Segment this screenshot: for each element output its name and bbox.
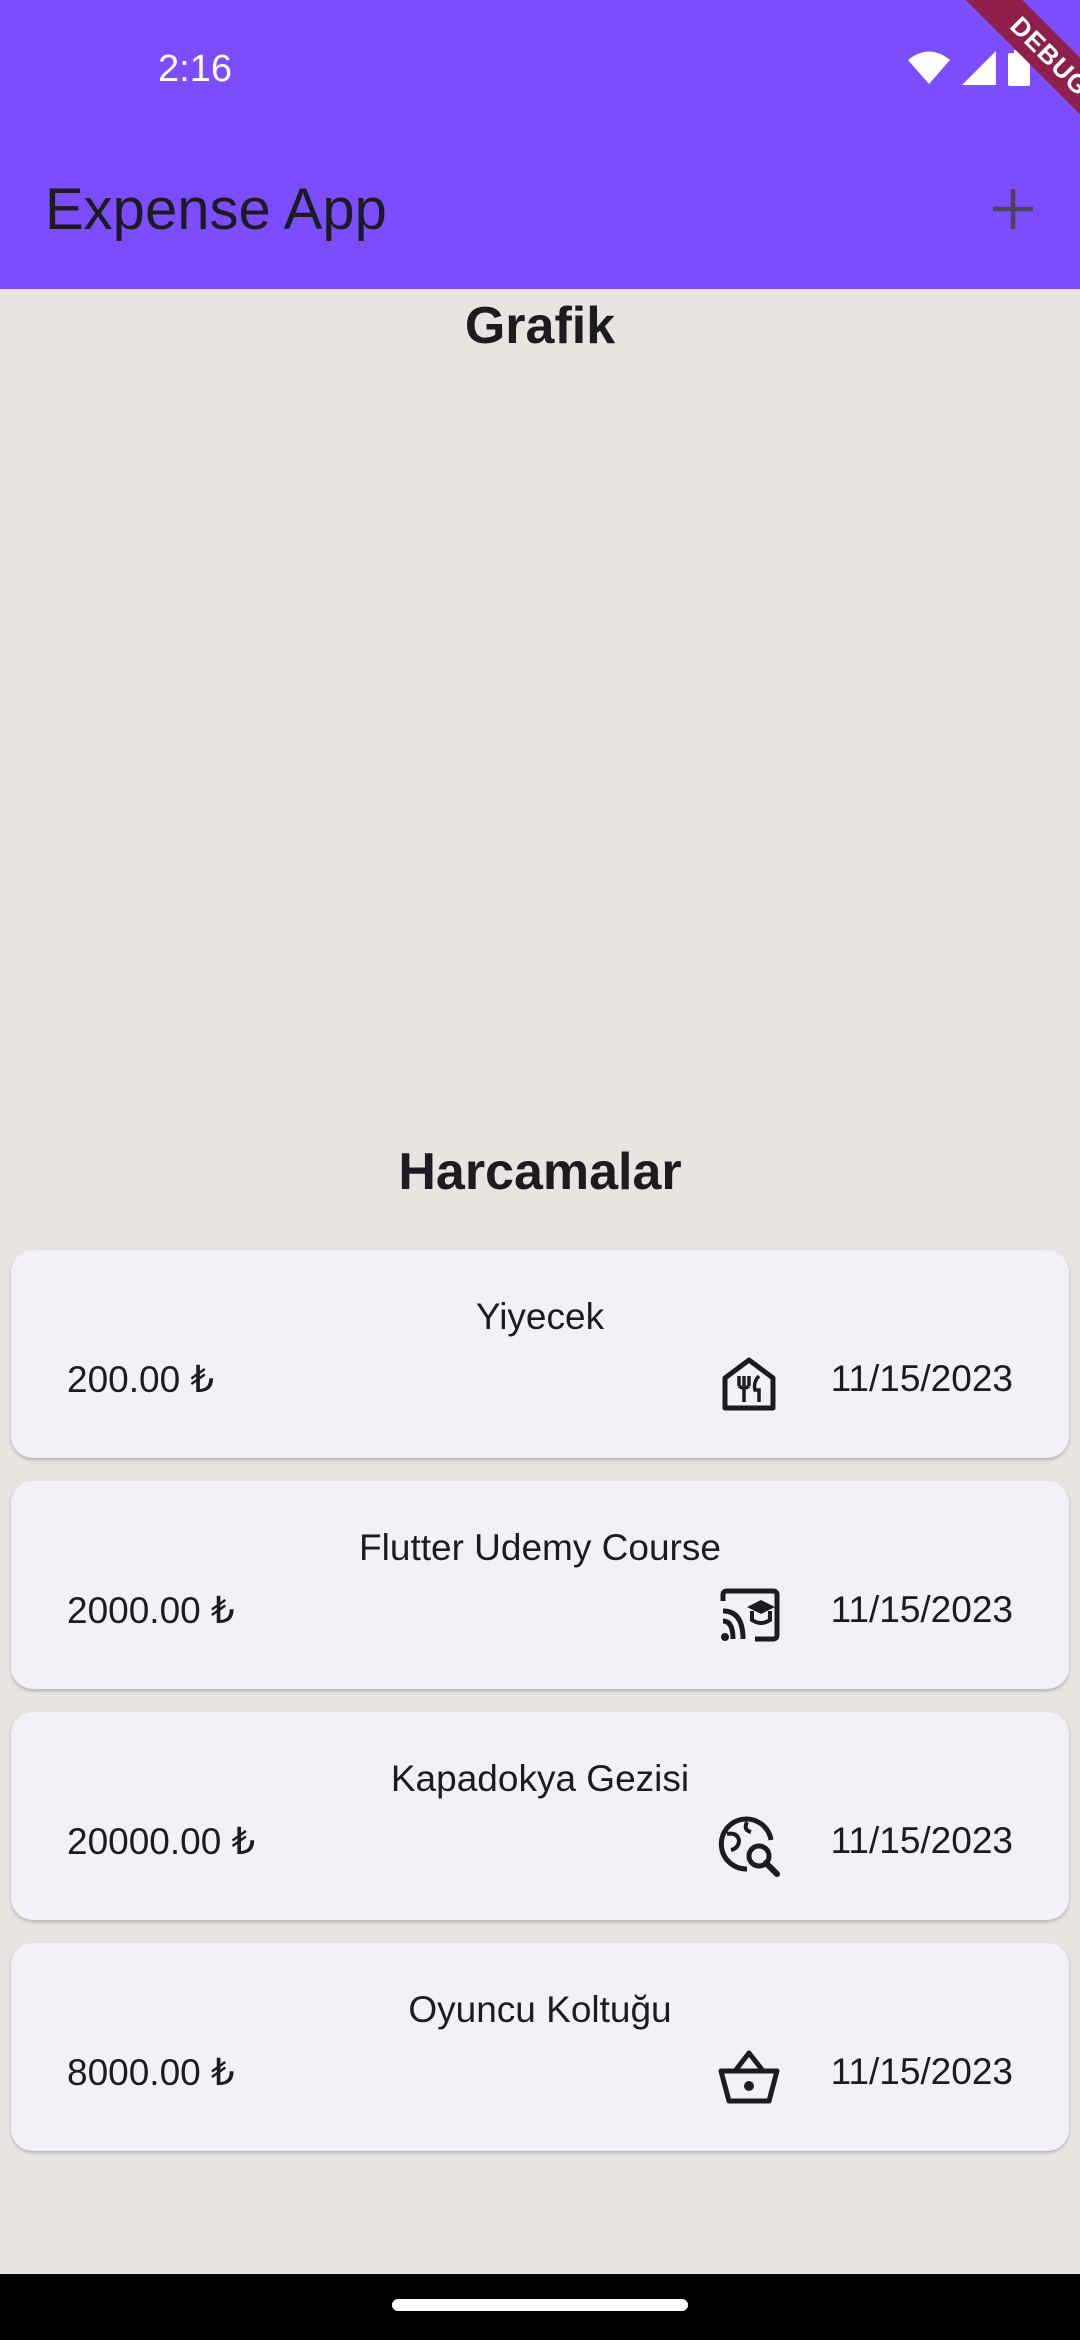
battery-icon: [1008, 50, 1030, 86]
home-gesture-handle[interactable]: [392, 2299, 688, 2311]
restaurant-icon: [717, 1352, 781, 1416]
expense-card[interactable]: Kapadokya Gezisi 20000.00 ₺ 11/15/2023: [11, 1712, 1069, 1920]
expense-amount: 20000.00 ₺: [67, 1821, 256, 1862]
expense-card[interactable]: Yiyecek 200.00 ₺ 11/15/2023: [11, 1250, 1069, 1458]
chart-area: [0, 365, 1080, 1125]
app-screen: 2:16 Expense App DEBUG Grafik Harcamalar…: [0, 0, 1080, 2340]
expense-date: 11/15/2023: [830, 1589, 1013, 1630]
expense-card[interactable]: Oyuncu Koltuğu 8000.00 ₺ 11/15/2023: [11, 1943, 1069, 2151]
expense-date: 11/15/2023: [830, 1358, 1013, 1399]
expense-amount: 200.00 ₺: [67, 1359, 214, 1400]
expense-title: Kapadokya Gezisi: [390, 1758, 690, 1799]
add-icon: [991, 187, 1035, 236]
add-expense-button[interactable]: [982, 180, 1044, 242]
expense-amount: 2000.00 ₺: [67, 1590, 235, 1631]
shopping-basket-icon: [717, 2045, 781, 2109]
expense-date: 11/15/2023: [830, 2051, 1013, 2092]
cellular-signal-icon: [962, 51, 996, 85]
status-time: 2:16: [158, 48, 232, 90]
cast-for-education-icon: [717, 1583, 781, 1647]
travel-explore-icon: [717, 1814, 781, 1878]
expense-title: Flutter Udemy Course: [359, 1527, 721, 1568]
system-navigation-bar: [0, 2274, 1080, 2340]
expenses-section-title: Harcamalar: [398, 1143, 682, 1201]
expense-title: Oyuncu Koltuğu: [408, 1989, 672, 2030]
chart-section-title: Grafik: [464, 297, 616, 355]
expense-title: Yiyecek: [475, 1296, 605, 1337]
app-bar: 2:16 Expense App: [0, 0, 1080, 289]
status-icons: [908, 50, 1030, 86]
expense-date: 11/15/2023: [830, 1820, 1013, 1861]
expense-amount: 8000.00 ₺: [67, 2052, 235, 2093]
expense-card[interactable]: Flutter Udemy Course 2000.00 ₺ 11/15/202…: [11, 1481, 1069, 1689]
app-title: Expense App: [45, 177, 387, 242]
wifi-icon: [908, 51, 950, 85]
expense-list: Yiyecek 200.00 ₺ 11/15/2023 Flutter Udem…: [11, 1250, 1069, 2174]
